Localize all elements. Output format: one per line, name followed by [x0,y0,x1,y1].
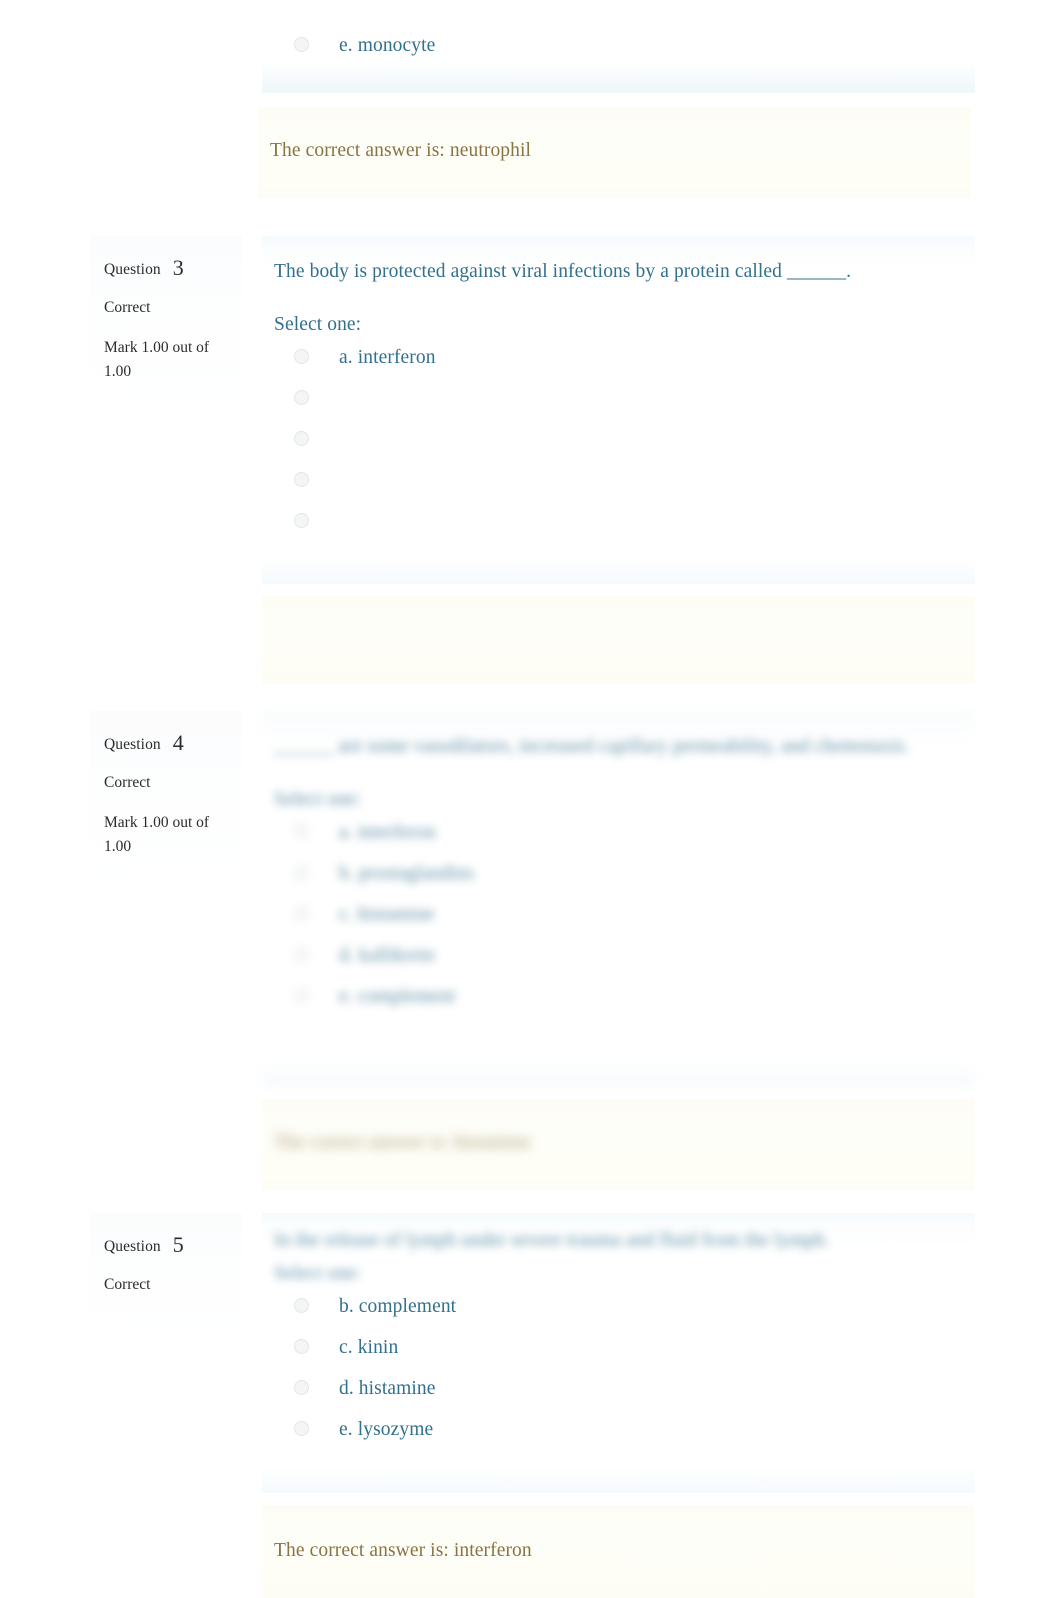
question-4-grade: Mark 1.00 out of 1.00 [104,813,210,855]
answer-option[interactable]: e. complement [274,981,951,1022]
question-5-answers: b. complement c. kinin d. histamine e. l… [274,1291,951,1455]
correct-answer-text: The correct answer is: histamine [274,1132,531,1153]
answer-option-label: e. lysozyme [339,1419,434,1441]
radio-button-icon[interactable] [294,1421,309,1437]
question-4-select-one: Select one: [274,789,362,811]
answer-option-label: a. interferon [339,347,436,369]
answer-option-label: d. histamine [339,1378,436,1400]
question-3-select-one: Select one: [274,314,362,336]
answer-option[interactable]: c. kinin [274,1332,951,1373]
radio-button-icon[interactable] [294,865,309,881]
answer-option-label: d. kallikrein [339,945,435,967]
radio-button-icon[interactable] [294,431,309,447]
radio-button-icon[interactable] [294,472,309,488]
radio-button-icon[interactable] [294,37,309,52]
answer-option[interactable]: b. prostaglandins [274,858,951,899]
question-5-content: In the release of lymph under severe tra… [262,1213,975,1598]
question-4-state: Correct [104,773,151,791]
question-5-info: Question 5 Correct [90,1213,242,1343]
answer-option[interactable]: d. kallikrein [274,940,951,981]
question-block-5: Question 5 Correct In the release of lymp… [90,1213,975,1598]
correct-answer-text: The correct answer is: interferon [274,1540,532,1561]
radio-button-icon[interactable] [294,947,309,963]
answer-option-label: b. prostaglandins [339,863,474,885]
question-2-answers-card: e. monocyte [262,0,975,93]
question-3-answers: a. interferon [274,342,951,547]
radio-button-icon[interactable] [294,349,309,365]
answer-option-label: e. complement [339,986,456,1008]
question-4-content: ______ are some vasodilators, increased … [262,711,975,1191]
answer-option-label: a. interferon [339,822,436,844]
question-3-grade: Mark 1.00 out of 1.00 [104,338,210,380]
answer-option-label: c. kinin [339,1337,399,1359]
question-5-text: In the release of lymph under severe tra… [274,1230,830,1251]
question-block-3: Question 3 Correct Mark 1.00 out of 1.00 … [90,236,975,684]
question-label: Question [104,1238,161,1255]
correct-answer-text: The correct answer is: neutrophil [270,140,532,161]
radio-button-icon[interactable] [294,1380,309,1396]
radio-button-icon[interactable] [294,513,309,529]
answer-option[interactable]: a. interferon [274,342,951,383]
question-5-state: Correct [104,1275,151,1293]
answer-option-label: e. monocyte [339,35,436,56]
radio-button-icon[interactable] [294,1339,309,1355]
question-5-card: In the release of lymph under severe tra… [262,1213,975,1493]
question-3-content: The body is protected against viral infe… [262,236,975,684]
radio-button-icon[interactable] [294,988,309,1004]
question-label: Question [104,261,161,278]
correct-answer-text [274,626,951,648]
quiz-review-page: e. monocyte The correct answer is: neutr… [0,0,1062,1598]
question-number: 5 [172,1232,184,1257]
question-4-answers: a. interferon b. prostaglandins c. hista… [274,817,951,1022]
answer-option-label: c. histamine [339,904,435,926]
answer-option[interactable]: a. interferon [274,817,951,858]
answer-option[interactable] [274,383,951,424]
question-5-feedback: The correct answer is: interferon [262,1505,975,1598]
question-number: 4 [172,730,184,755]
answer-option[interactable] [274,506,951,547]
question-4-card: ______ are some vasodilators, increased … [262,711,975,1087]
question-label: Question [104,736,161,753]
question-2-feedback: The correct answer is: neutrophil [258,107,971,199]
answer-option[interactable]: c. histamine [274,899,951,940]
answer-option[interactable] [274,465,951,506]
radio-button-icon[interactable] [294,390,309,406]
radio-button-icon[interactable] [294,1298,309,1314]
question-3-feedback [262,596,975,684]
question-3-info: Question 3 Correct Mark 1.00 out of 1.00 [90,236,242,414]
question-3-number-row: Question 3 [104,250,230,286]
question-3-card: The body is protected against viral infe… [262,236,975,584]
question-4-text: ______ are some vasodilators, increased … [274,736,910,757]
answer-option[interactable] [274,424,951,465]
question-3-state: Correct [104,298,151,316]
question-5-number-row: Question 5 [104,1227,230,1263]
radio-button-icon[interactable] [294,824,309,840]
answer-option[interactable]: e. monocyte [274,30,951,71]
question-4-info: Question 4 Correct Mark 1.00 out of 1.00 [90,711,242,889]
question-4-feedback: The correct answer is: histamine [262,1099,975,1191]
question-4-number-row: Question 4 [104,725,230,761]
answer-option-label: b. complement [339,1296,457,1318]
radio-button-icon[interactable] [294,906,309,922]
answer-option[interactable]: b. complement [274,1291,951,1332]
answer-option[interactable]: e. lysozyme [274,1414,951,1455]
question-number: 3 [172,255,184,280]
question-2-tail: e. monocyte The correct answer is: neutr… [90,0,975,199]
answer-option[interactable]: d. histamine [274,1373,951,1414]
question-5-select-one: Select one: [274,1263,362,1285]
question-block-4: Question 4 Correct Mark 1.00 out of 1.00 … [90,711,975,1191]
question-3-text: The body is protected against viral infe… [274,261,852,282]
